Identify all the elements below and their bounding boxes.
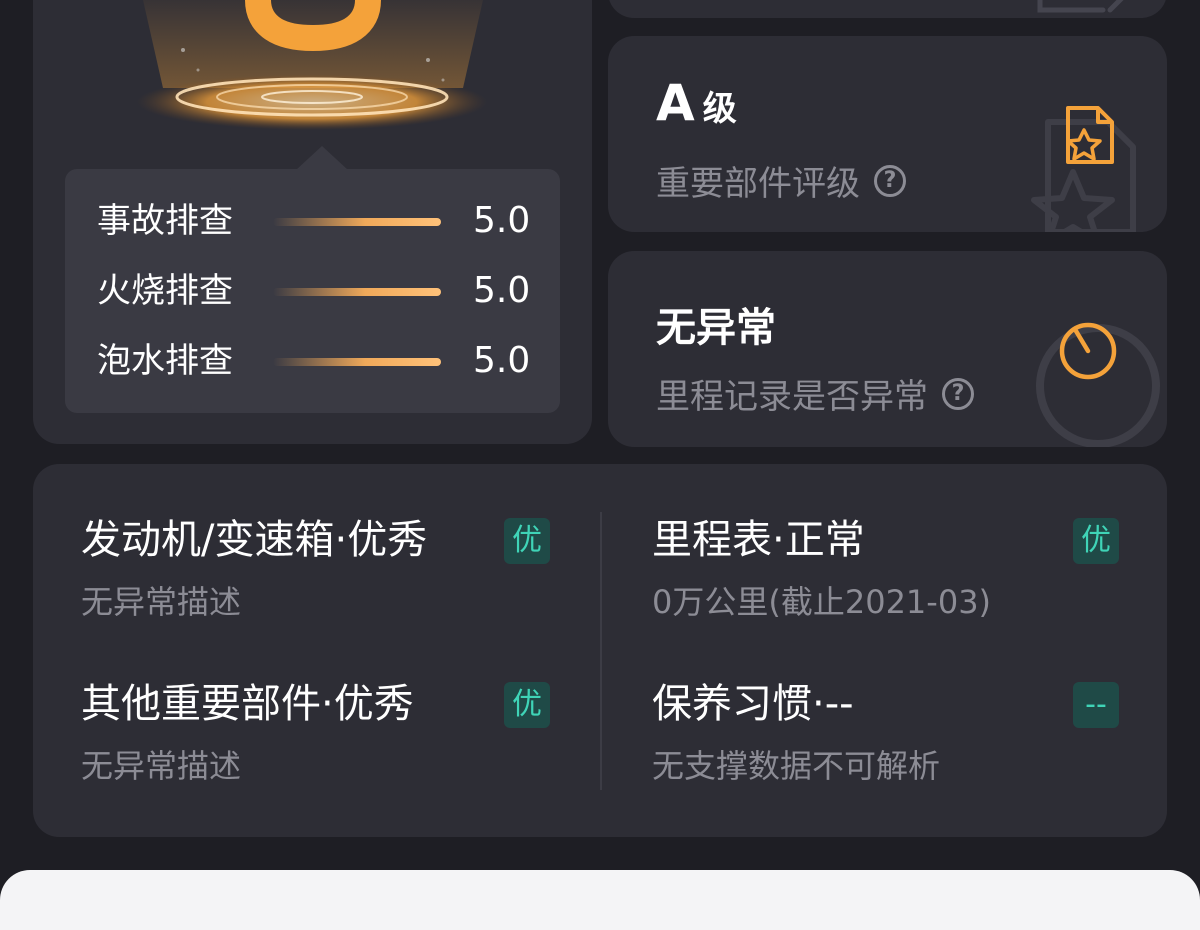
document-star-icon xyxy=(1066,106,1114,164)
mileage-subtitle-text: 里程记录是否异常 xyxy=(656,377,928,417)
detail-desc: 0万公里(截止2021-03) xyxy=(652,583,992,621)
help-icon[interactable]: ? xyxy=(874,164,906,197)
mileage-record-card[interactable]: 无异常 里程记录是否异常 ? xyxy=(608,251,1167,447)
status-badge: 优 xyxy=(1073,518,1119,564)
mileage-subtitle: 里程记录是否异常 ? xyxy=(656,369,974,418)
mileage-title: 无异常 xyxy=(656,305,776,351)
bottom-sheet[interactable] xyxy=(0,870,1200,930)
check-label: 火烧排查 xyxy=(97,271,233,311)
component-grade-card[interactable]: A级 重要部件评级 ? xyxy=(608,36,1167,232)
status-badge: -- xyxy=(1073,682,1119,728)
column-divider xyxy=(600,512,602,790)
check-bar xyxy=(273,218,441,226)
grade-title: A级 xyxy=(656,74,737,132)
help-icon[interactable]: ? xyxy=(942,377,974,410)
detail-title: 发动机/变速箱·优秀 xyxy=(81,517,428,563)
details-card: 发动机/变速箱·优秀 优 无异常描述 其他重要部件·优秀 优 无异常描述 里程表… xyxy=(33,464,1167,837)
check-row-water: 泡水排查 5.0 xyxy=(97,336,537,386)
score-card: 事故排查 5.0 火烧排查 5.0 泡水排查 5.0 xyxy=(33,0,592,444)
check-label: 事故排查 xyxy=(97,201,233,241)
check-bar xyxy=(273,358,441,366)
grade-subtitle-text: 重要部件评级 xyxy=(656,164,860,204)
check-value: 5.0 xyxy=(473,200,531,241)
check-value: 5.0 xyxy=(473,270,531,311)
detail-desc: 无支撑数据不可解析 xyxy=(652,747,941,785)
grade-letter: A xyxy=(656,74,695,132)
check-row-accident: 事故排查 5.0 xyxy=(97,196,537,246)
grade-suffix: 级 xyxy=(702,89,737,129)
check-value: 5.0 xyxy=(473,340,531,381)
grade-subtitle: 重要部件评级 ? xyxy=(656,156,906,205)
detail-desc: 无异常描述 xyxy=(81,747,242,785)
check-panel: 事故排查 5.0 火烧排查 5.0 泡水排查 5.0 xyxy=(65,169,560,413)
status-badge: 优 xyxy=(504,518,550,564)
check-row-fire: 火烧排查 5.0 xyxy=(97,266,537,316)
detail-title: 其他重要部件·优秀 xyxy=(81,681,414,727)
top-partial-card[interactable] xyxy=(608,0,1167,18)
detail-title: 里程表·正常 xyxy=(652,517,865,563)
detail-title: 保养习惯·-- xyxy=(652,681,854,727)
detail-desc: 无异常描述 xyxy=(81,583,242,621)
timer-icon xyxy=(1059,322,1117,380)
document-edit-icon xyxy=(1037,0,1124,13)
status-badge: 优 xyxy=(504,682,550,728)
score-glow-pedestal xyxy=(137,0,487,130)
check-bar xyxy=(273,288,441,296)
panel-notch xyxy=(296,146,348,170)
check-label: 泡水排查 xyxy=(97,341,233,381)
